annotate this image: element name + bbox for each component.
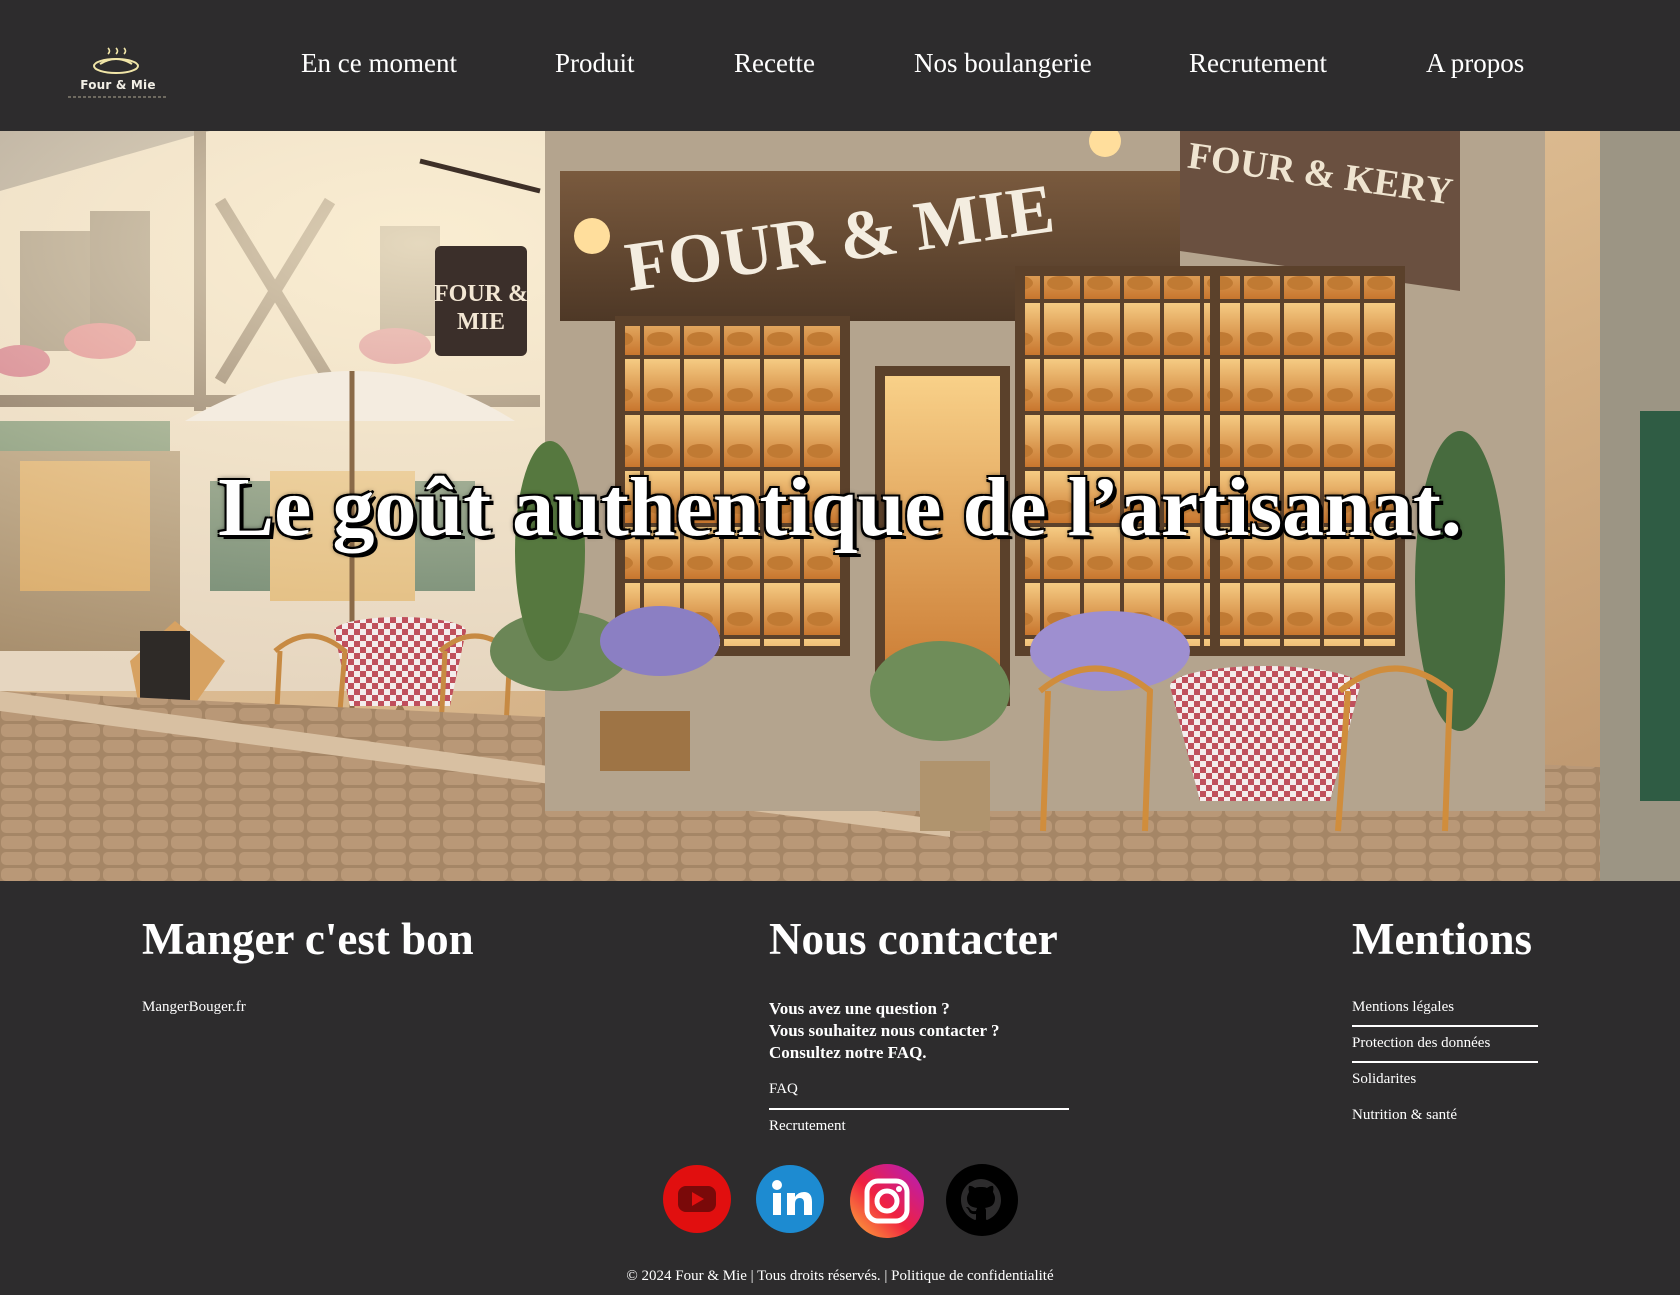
nav-recrutement[interactable]: Recrutement bbox=[1189, 48, 1327, 79]
link-faq[interactable]: FAQ bbox=[769, 1081, 798, 1098]
copyright-text: © 2024 Four & Mie | Tous droits réservés… bbox=[626, 1268, 1054, 1284]
link-mangerbouger[interactable]: MangerBouger.fr bbox=[142, 999, 246, 1016]
divider bbox=[1352, 1061, 1538, 1063]
link-recrutement[interactable]: Recrutement bbox=[769, 1118, 846, 1135]
logo-text: Four & Mie bbox=[80, 78, 156, 92]
nav-recette[interactable]: Recette bbox=[734, 48, 815, 79]
hanging-sign-text-1: FOUR & bbox=[434, 281, 528, 307]
nav-en-ce-moment[interactable]: En ce moment bbox=[301, 48, 457, 79]
link-solidarites[interactable]: Solidarites bbox=[1352, 1071, 1416, 1088]
link-mentions-legales[interactable]: Mentions légales bbox=[1352, 999, 1454, 1016]
footer-title-contact: Nous contacter bbox=[769, 914, 1058, 964]
contact-line: Vous souhaitez nous contacter ? bbox=[769, 1021, 1000, 1040]
contact-line: Vous avez une question ? bbox=[769, 999, 950, 1018]
logo-tagline bbox=[68, 96, 168, 98]
nav-a-propos[interactable]: A propos bbox=[1426, 48, 1524, 79]
bread-basket-icon bbox=[93, 47, 139, 74]
hero-title: Le goût authentique de l’artisanat. bbox=[218, 461, 1462, 554]
linkedin-icon[interactable] bbox=[754, 1163, 826, 1235]
site-footer: Manger c'est bon MangerBouger.fr Nous co… bbox=[0, 881, 1680, 1295]
link-nutrition-sante[interactable]: Nutrition & santé bbox=[1352, 1107, 1457, 1124]
nav-nos-boulangerie[interactable]: Nos boulangerie bbox=[914, 48, 1092, 79]
link-protection-donnees[interactable]: Protection des données bbox=[1352, 1035, 1490, 1052]
contact-line: Consultez notre FAQ. bbox=[769, 1043, 927, 1062]
site-header: Four & Mie En ce moment Produit Recette … bbox=[0, 0, 1680, 131]
nav-produit[interactable]: Produit bbox=[555, 48, 635, 79]
site-logo[interactable]: Four & Mie bbox=[62, 44, 172, 104]
hero-banner: FOUR & MIE FOUR & MIE FOUR & KERY Le goû… bbox=[0, 131, 1680, 881]
youtube-icon[interactable] bbox=[661, 1163, 733, 1235]
contact-prompt: Vous avez une question ? Vous souhaitez … bbox=[769, 998, 999, 1064]
divider bbox=[1352, 1025, 1538, 1027]
github-icon[interactable] bbox=[945, 1163, 1018, 1236]
hanging-sign-text-2: MIE bbox=[457, 309, 505, 335]
divider bbox=[769, 1108, 1069, 1110]
footer-title-manger: Manger c'est bon bbox=[142, 914, 474, 964]
footer-title-mentions: Mentions bbox=[1352, 914, 1532, 964]
instagram-icon[interactable] bbox=[849, 1163, 924, 1238]
